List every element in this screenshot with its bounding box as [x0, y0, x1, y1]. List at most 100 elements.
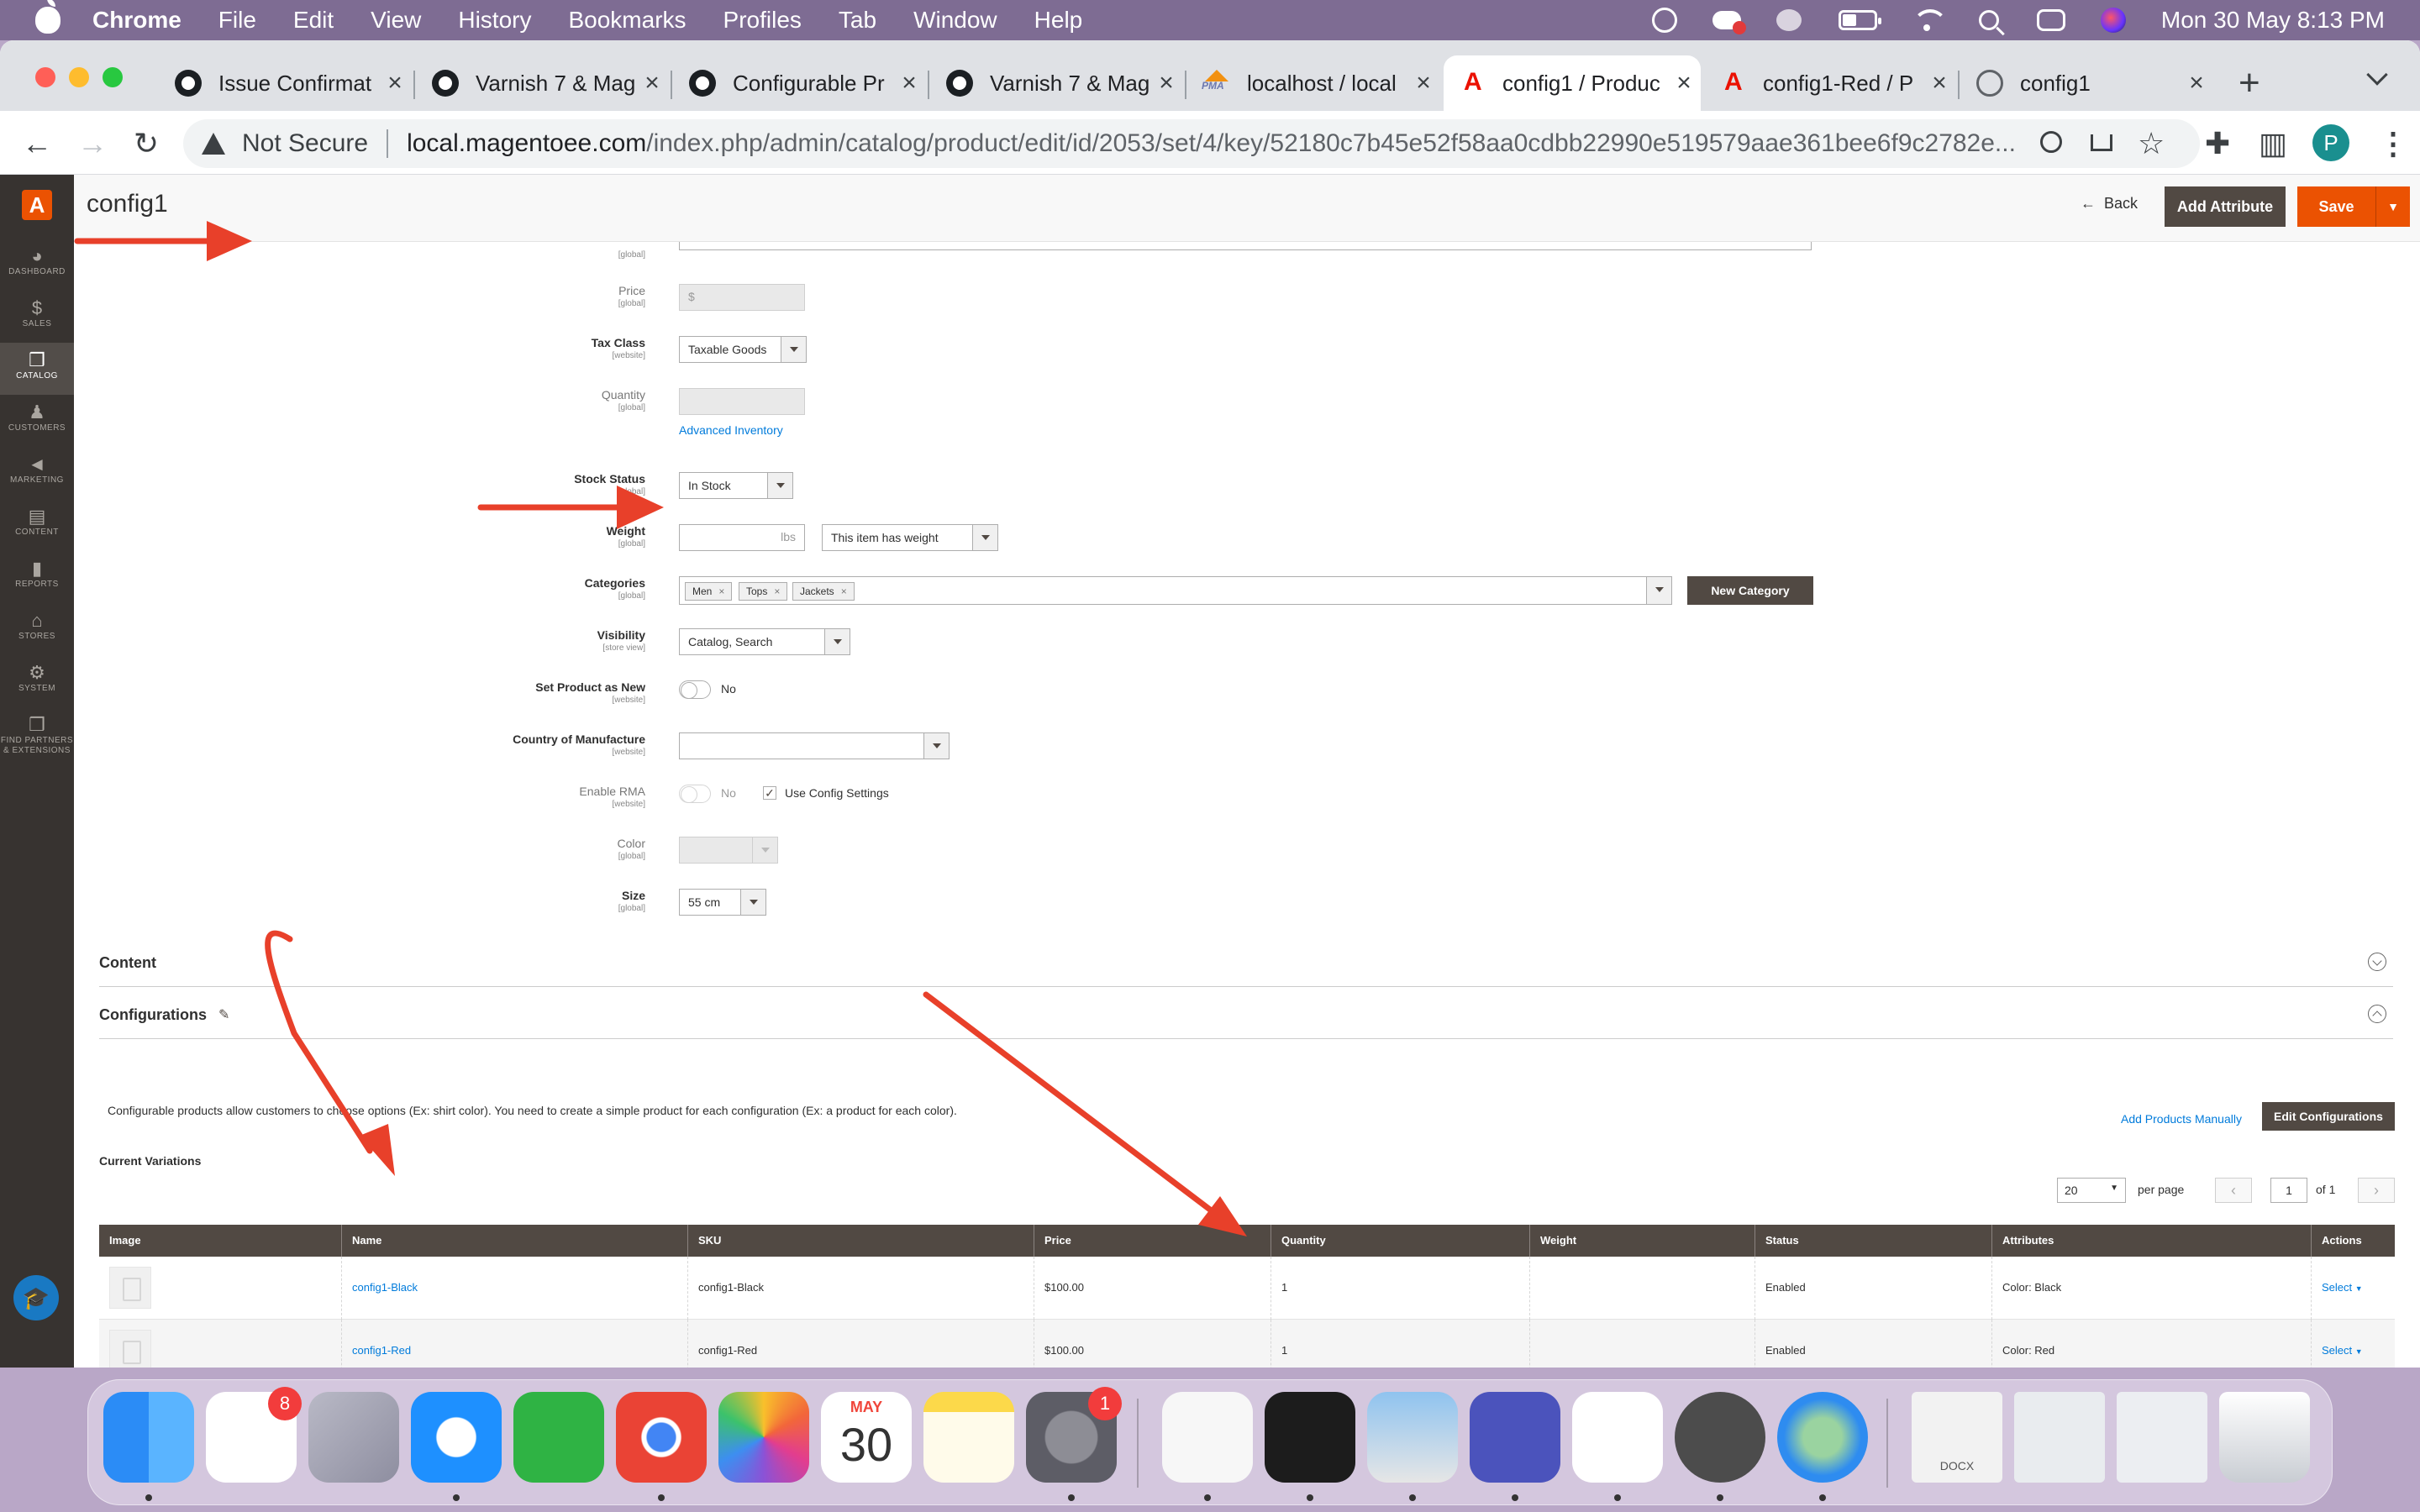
price-input[interactable]: $ [679, 284, 805, 311]
screenshot-stack-icon[interactable] [2014, 1392, 2105, 1483]
side-panel-icon[interactable]: ▥ [2259, 126, 2287, 161]
tableplus-elephant-icon[interactable] [1675, 1392, 1765, 1483]
menu-help[interactable]: Help [1034, 7, 1083, 34]
nav-customers[interactable]: ♟ CUSTOMERS [0, 395, 74, 447]
remove-chip-icon[interactable]: × [718, 585, 724, 597]
product-placeholder-icon[interactable] [109, 1267, 151, 1309]
nav-content[interactable]: ▤ CONTENT [0, 499, 74, 551]
menu-profiles[interactable]: Profiles [723, 7, 802, 34]
product-placeholder-icon[interactable] [109, 1330, 151, 1368]
nav-find-partners[interactable]: ❒ FIND PARTNERS & EXTENSIONS [0, 707, 74, 771]
menu-bookmarks[interactable]: Bookmarks [568, 7, 686, 34]
tab-close-icon[interactable]: × [1923, 69, 1956, 97]
quantity-input[interactable] [679, 388, 805, 415]
nav-marketing[interactable]: ◄ MARKETING [0, 447, 74, 499]
weight-input[interactable]: lbs [679, 524, 805, 551]
menu-view[interactable]: View [371, 7, 421, 34]
textedit-icon[interactable] [1162, 1392, 1253, 1483]
tab-varnish-2[interactable]: Varnish 7 & Mag × [931, 55, 1183, 111]
menu-tab[interactable]: Tab [839, 7, 876, 34]
add-attribute-button[interactable]: Add Attribute [2165, 186, 2286, 227]
back-arrow-icon[interactable]: ← [20, 126, 54, 161]
save-options-dropdown[interactable]: ▼ [2376, 186, 2410, 227]
tab-close-icon[interactable]: × [378, 69, 412, 97]
menu-history[interactable]: History [458, 7, 531, 34]
rma-toggle[interactable] [679, 785, 711, 803]
category-chip-tops[interactable]: Tops × [739, 582, 788, 601]
fullscreen-window-button[interactable] [103, 67, 123, 87]
size-select[interactable]: 55 cm [679, 889, 766, 916]
tab-issue-confirmation[interactable]: Issue Confirmat × [160, 55, 412, 111]
system-settings-icon[interactable]: 1 [1026, 1387, 1122, 1483]
terminal-icon[interactable] [1265, 1392, 1355, 1483]
use-config-checkbox[interactable]: ✓ [763, 786, 776, 800]
launchpad-icon[interactable] [308, 1392, 399, 1483]
set-new-toggle[interactable] [679, 680, 711, 699]
advanced-inventory-link[interactable]: Advanced Inventory [679, 423, 783, 437]
tab-close-icon[interactable]: × [892, 69, 926, 97]
back-button[interactable]: ← Back [2081, 195, 2138, 213]
remove-chip-icon[interactable]: × [841, 585, 847, 597]
new-tab-plus-icon[interactable]: + [2238, 62, 2260, 104]
bookmark-star-icon[interactable]: ☆ [2138, 126, 2165, 160]
minimize-window-button[interactable] [69, 67, 89, 87]
calendar-icon[interactable]: MAY 30 [821, 1392, 912, 1483]
address-bar[interactable]: Not Secure local.magentoee.com/index.php… [183, 119, 2200, 168]
notes-icon[interactable] [923, 1392, 1014, 1483]
name-cell-link[interactable]: config1-Red [341, 1320, 687, 1368]
expand-chevron-icon[interactable] [2368, 953, 2386, 971]
categories-multiselect[interactable]: Men × Tops × Jackets × [679, 576, 1672, 605]
chat-bubble-icon[interactable] [1775, 8, 1803, 33]
new-category-button[interactable]: New Category [1687, 576, 1813, 605]
reload-icon[interactable]: ↻ [129, 126, 163, 161]
cloud-error-icon[interactable] [1712, 8, 1746, 34]
tab-close-icon[interactable]: × [1407, 69, 1440, 97]
page-number-input[interactable]: 1 [2270, 1178, 2307, 1203]
nav-catalog[interactable]: ❒ CATALOG [0, 343, 74, 395]
apple-menu-icon[interactable] [35, 0, 60, 34]
graduation-cap-help-icon[interactable]: 🎓 [13, 1275, 59, 1320]
edit-configurations-button[interactable]: Edit Configurations [2262, 1102, 2395, 1131]
docx-file-icon[interactable]: DOCX [1912, 1392, 2002, 1483]
content-section-title[interactable]: Content [99, 954, 156, 972]
chrome-menu-icon[interactable]: ⋮ [2378, 126, 2408, 161]
name-cell-link[interactable]: config1-Black [341, 1257, 687, 1320]
configurations-section-title[interactable]: Configurations [99, 1006, 207, 1024]
photos-icon[interactable] [718, 1392, 809, 1483]
row-actions-select[interactable]: Select ▼ [2311, 1320, 2395, 1368]
downloads-stack-icon[interactable] [2117, 1392, 2207, 1483]
vpn-globe-icon[interactable] [1650, 8, 1679, 33]
tab-close-icon[interactable]: × [1667, 69, 1701, 97]
menu-edit[interactable]: Edit [293, 7, 334, 34]
reminders-icon[interactable]: 8 [206, 1387, 302, 1483]
spotlight-search-icon[interactable] [1975, 8, 2003, 33]
safari-icon[interactable] [411, 1392, 502, 1483]
tab-config1-red[interactable]: config1-Red / P × [1704, 55, 1956, 111]
slack-icon[interactable] [1572, 1392, 1663, 1483]
nav-system[interactable]: ⚙ SYSTEM [0, 655, 74, 707]
chevron-down-icon[interactable] [1646, 577, 1671, 604]
nav-stores[interactable]: ⌂ STORES [0, 603, 74, 655]
visibility-select[interactable]: Catalog, Search [679, 628, 850, 655]
per-page-select[interactable]: 20 ▼ [2057, 1178, 2126, 1203]
close-window-button[interactable] [35, 67, 55, 87]
tab-config1-frontend[interactable]: config1 × [1961, 55, 2213, 111]
tab-close-icon[interactable]: × [1150, 69, 1183, 97]
tab-search-chevron-icon[interactable] [2366, 64, 2388, 86]
menubar-clock[interactable]: Mon 30 May 8:13 PM [2161, 7, 2385, 34]
finder-icon[interactable] [103, 1392, 194, 1483]
menu-file[interactable]: File [218, 7, 256, 34]
google-chat-icon[interactable] [513, 1392, 604, 1483]
siri-icon[interactable] [2099, 8, 2128, 33]
security-indicator[interactable]: Not Secure [242, 129, 368, 158]
category-chip-men[interactable]: Men × [685, 582, 733, 601]
tab-configurable-products[interactable]: Configurable Pr × [674, 55, 926, 111]
network-app-icon[interactable] [1777, 1392, 1868, 1483]
tab-close-icon[interactable]: × [2180, 69, 2213, 97]
profile-avatar[interactable]: P [2312, 124, 2349, 161]
control-center-icon[interactable] [2036, 8, 2065, 33]
preview-icon[interactable] [1367, 1392, 1458, 1483]
wifi-icon[interactable] [1912, 8, 1948, 33]
previous-page-button[interactable]: ‹ [2215, 1178, 2252, 1203]
share-icon[interactable] [2091, 134, 2112, 151]
